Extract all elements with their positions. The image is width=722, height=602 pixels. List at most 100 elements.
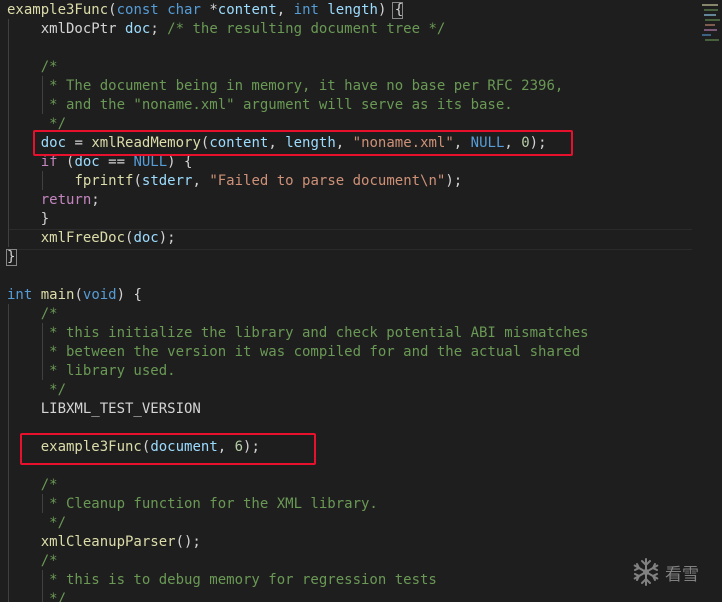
code-line[interactable]: * The document being in memory, it have … <box>7 77 563 96</box>
code-line[interactable]: */ <box>7 381 66 400</box>
code-token: * library used. <box>7 363 176 379</box>
code-token: /* <box>7 477 58 493</box>
code-token: const <box>116 2 159 18</box>
code-line[interactable]: * this is to debug memory for regression… <box>7 571 437 590</box>
code-token: ); <box>445 173 463 189</box>
code-token: length <box>327 2 378 18</box>
code-token: ( <box>133 173 142 189</box>
minimap-line <box>704 9 718 11</box>
code-token: == <box>99 154 134 170</box>
highlight-box-example3func-call <box>20 433 316 465</box>
bracket-match-close <box>6 249 17 266</box>
code-token: ( <box>57 154 75 170</box>
minimap-line <box>702 34 711 36</box>
code-line[interactable]: * and the "noname.xml" argument will ser… <box>7 96 513 115</box>
minimap-line <box>704 14 716 16</box>
code-token: char <box>167 2 201 18</box>
code-token: main <box>40 287 75 303</box>
code-line[interactable]: xmlFreeDoc(doc); <box>7 229 176 248</box>
code-line[interactable]: */ <box>7 514 66 533</box>
watermark-label: 看雪 <box>665 564 699 585</box>
snowflake-icon <box>633 558 659 586</box>
code-token: int <box>293 2 319 18</box>
watermark: 看雪 <box>631 556 699 588</box>
code-token: * this is to debug memory for regression… <box>7 572 437 588</box>
minimap-line <box>704 29 717 31</box>
code-token: ( <box>74 287 83 303</box>
code-token: * and the "noname.xml" argument will ser… <box>7 97 513 113</box>
code-token: fprintf <box>74 173 134 189</box>
code-token: if <box>40 154 58 170</box>
code-token: "Failed to parse document\n" <box>209 173 446 189</box>
code-token: /* <box>7 59 58 75</box>
code-token: doc <box>74 154 100 170</box>
code-token: stderr <box>141 173 193 189</box>
code-token: , <box>276 2 294 18</box>
code-line[interactable]: return; <box>7 191 100 210</box>
code-token: LIBXML_TEST_VERSION <box>7 401 201 417</box>
code-token: /* <box>7 306 58 322</box>
code-token: /* the resulting document tree */ <box>167 21 446 37</box>
code-token: ) { <box>116 287 142 303</box>
code-line[interactable]: /* <box>7 476 58 495</box>
minimap-line <box>705 24 715 26</box>
code-line[interactable]: /* <box>7 552 58 571</box>
code-token: * between the version it was compiled fo… <box>7 344 581 360</box>
code-line[interactable]: * library used. <box>7 362 176 381</box>
code-line[interactable]: } <box>7 210 49 229</box>
code-token: void <box>82 287 117 303</box>
minimap-line <box>705 19 720 21</box>
code-token: xmlDocPtr <box>7 21 126 37</box>
code-token: content <box>217 2 277 18</box>
minimap-line <box>702 4 718 6</box>
code-line[interactable]: * this initialize the library and check … <box>7 324 589 343</box>
code-token: doc <box>125 21 151 37</box>
code-token: */ <box>7 591 67 602</box>
code-line[interactable]: * between the version it was compiled fo… <box>7 343 580 362</box>
code-token: } <box>7 211 50 227</box>
code-token: * Cleanup function for the XML library. <box>7 496 378 512</box>
code-token: ; <box>91 192 100 208</box>
code-token: (); <box>175 534 201 550</box>
bracket-match-open <box>392 2 403 19</box>
code-line[interactable]: fprintf(stderr, "Failed to parse documen… <box>7 172 462 191</box>
code-token: * this initialize the library and check … <box>7 325 589 341</box>
code-editor[interactable]: example3Func(const char *content, int le… <box>0 0 722 602</box>
code-line[interactable]: */ <box>7 590 66 602</box>
code-token: * The document being in memory, it have … <box>7 78 564 94</box>
code-line[interactable]: xmlCleanupParser(); <box>7 533 201 552</box>
code-token: * <box>200 2 218 18</box>
code-token: ); <box>158 230 176 246</box>
code-token: doc <box>133 230 159 246</box>
code-token: example3Func <box>7 2 109 18</box>
minimap[interactable] <box>700 0 722 602</box>
code-token: ; <box>150 21 168 37</box>
highlight-box-xmlreadmemory <box>33 130 573 156</box>
code-line[interactable]: * Cleanup function for the XML library. <box>7 495 378 514</box>
code-line[interactable]: xmlDocPtr doc; /* the resulting document… <box>7 20 446 39</box>
code-line[interactable]: example3Func(const char *content, int le… <box>7 1 403 20</box>
code-token: , <box>192 173 210 189</box>
minimap-line <box>705 39 719 41</box>
code-token: ( <box>108 2 117 18</box>
code-token: xmlCleanupParser <box>40 534 176 550</box>
code-token: */ <box>7 382 67 398</box>
code-token: xmlFreeDoc <box>40 230 126 246</box>
code-token: return <box>40 192 92 208</box>
code-token: int <box>7 287 33 303</box>
code-token: */ <box>7 515 67 531</box>
code-token: /* <box>7 553 58 569</box>
code-line[interactable]: /* <box>7 58 58 77</box>
code-line[interactable]: int main(void) { <box>7 286 142 305</box>
code-token: NULL <box>133 154 168 170</box>
code-token: ) { <box>167 154 193 170</box>
code-line[interactable]: /* <box>7 305 58 324</box>
code-line[interactable]: LIBXML_TEST_VERSION <box>7 400 201 419</box>
